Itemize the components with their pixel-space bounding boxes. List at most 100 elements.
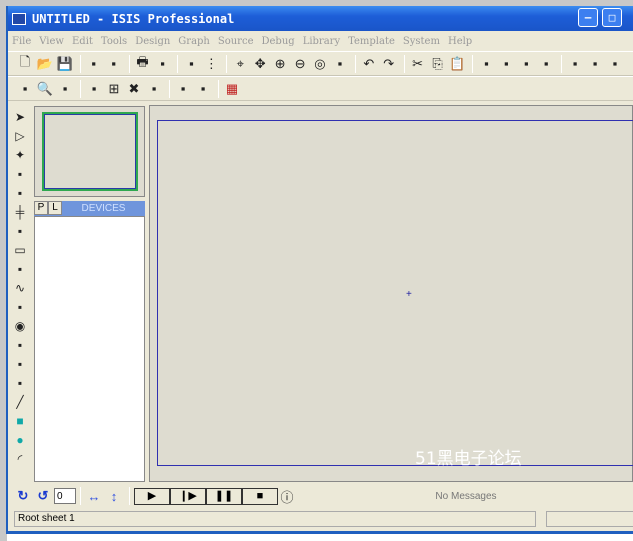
library-manager-button[interactable]: L	[48, 201, 62, 215]
menu-source[interactable]: Source	[218, 36, 254, 47]
menu-template[interactable]: Template	[348, 36, 395, 47]
device-selector-header: P L DEVICES	[34, 201, 145, 216]
message-area: No Messages	[435, 490, 497, 502]
design-explorer-icon[interactable]: ▪	[16, 80, 34, 98]
origin-icon[interactable]: ⌖	[231, 55, 249, 73]
redraw-icon[interactable]: ▪	[182, 55, 200, 73]
stop-button[interactable]: ■	[242, 487, 278, 505]
toolbar-separator	[128, 54, 130, 73]
property-tool-icon[interactable]: ▪	[56, 80, 74, 98]
rotate-anticlockwise-icon[interactable]: ↺	[34, 487, 52, 505]
play-button[interactable]: ▶	[134, 487, 170, 505]
electrical-check-icon[interactable]: ▪	[194, 80, 212, 98]
rotate-clockwise-icon[interactable]: ↻	[14, 487, 32, 505]
new-icon[interactable]: 🗋	[16, 54, 34, 73]
page-icon[interactable]: ▪	[154, 55, 172, 73]
voltage-probe-icon[interactable]: ▪	[10, 336, 30, 354]
pick-device-icon[interactable]: ▪	[566, 55, 584, 73]
menu-library[interactable]: Library	[303, 36, 340, 47]
zoom-all-icon[interactable]: ◎	[311, 55, 329, 73]
terminal-icon[interactable]: ▭	[10, 241, 30, 259]
pan-icon[interactable]: ✥	[251, 55, 269, 73]
zoom-in-icon[interactable]: ⊕	[271, 55, 289, 73]
wire-label-icon[interactable]: ▪	[10, 165, 30, 183]
menu-system[interactable]: System	[403, 36, 440, 47]
undo-icon[interactable]: ↶	[360, 55, 378, 73]
bottom-toolbar: ↻ ↺ ↔ ↕ ▶ ❙▶ ❚❚ ■ ⓘ No Messages	[14, 486, 633, 506]
tape-recorder-icon[interactable]: ▪	[10, 298, 30, 316]
rotation-angle-input[interactable]	[54, 488, 76, 504]
overview-window[interactable]	[34, 106, 145, 197]
goto-sheet-icon[interactable]: ▪	[145, 80, 163, 98]
block-move-icon[interactable]: ▪	[497, 55, 515, 73]
junction-icon[interactable]: ✦	[10, 146, 30, 164]
window-title: UNTITLED - ISIS Professional	[32, 11, 235, 26]
open-icon[interactable]: 📂	[36, 55, 54, 73]
export-icon[interactable]: ▪	[105, 55, 123, 73]
make-device-icon[interactable]: ▪	[586, 55, 604, 73]
line-icon[interactable]: ╱	[10, 393, 30, 411]
import-icon[interactable]: ▪	[85, 55, 103, 73]
mirror-horizontal-icon[interactable]: ↔	[85, 487, 103, 505]
save-icon[interactable]: 💾	[56, 55, 74, 73]
menu-debug[interactable]: Debug	[262, 36, 295, 47]
block-rotate-icon[interactable]: ▪	[517, 55, 535, 73]
sheet-border: + 51黑电子论坛	[157, 120, 633, 469]
menu-graph[interactable]: Graph	[178, 36, 210, 47]
zoom-out-icon[interactable]: ⊖	[291, 55, 309, 73]
menu-edit[interactable]: Edit	[72, 36, 93, 47]
minimize-button[interactable]: –	[578, 8, 598, 27]
box-icon[interactable]: ■	[10, 412, 30, 430]
menu-file[interactable]: File	[12, 36, 31, 47]
menu-help[interactable]: Help	[448, 36, 472, 47]
mode-toolbar: ➤ ▷ ✦ ▪ ▪ ╪ ▪ ▭ ▪ ∿ ▪ ◉ ▪ ▪ ▪ ╱ ■ ● ◜	[10, 108, 30, 469]
copy-icon[interactable]: ⎘	[429, 55, 447, 73]
info-icon: ⓘ	[280, 489, 294, 505]
generator-icon[interactable]: ◉	[10, 317, 30, 335]
component-icon[interactable]: ▷	[10, 127, 30, 145]
new-sheet-icon[interactable]: ▪	[85, 80, 103, 98]
ares-icon[interactable]: ▦	[223, 80, 241, 98]
bus-icon[interactable]: ╪	[10, 203, 30, 221]
bill-of-materials-icon[interactable]: ▪	[174, 80, 192, 98]
overview-sheet-frame	[42, 112, 138, 191]
device-list[interactable]	[34, 216, 145, 482]
toolbar-separator	[472, 54, 474, 73]
menu-bar: File View Edit Tools Design Graph Source Debug L…	[8, 31, 633, 51]
paste-icon[interactable]: 📋	[449, 55, 467, 73]
print-icon[interactable]: 🖶	[134, 54, 152, 73]
search-icon[interactable]: 🔍	[36, 80, 54, 98]
select-icon[interactable]: ➤	[10, 108, 30, 126]
step-button[interactable]: ❙▶	[170, 487, 206, 505]
add-sheet-icon[interactable]: ⊞	[105, 80, 123, 98]
current-probe-icon[interactable]: ▪	[10, 355, 30, 373]
menu-design[interactable]: Design	[135, 36, 170, 47]
grid-icon[interactable]: ⋮	[202, 55, 220, 73]
mirror-vertical-icon[interactable]: ↕	[105, 487, 123, 505]
remove-sheet-icon[interactable]: ✖	[125, 80, 143, 98]
menu-view[interactable]: View	[39, 36, 64, 47]
maximize-button[interactable]: □	[602, 8, 622, 27]
zoom-area-icon[interactable]: ▪	[331, 55, 349, 73]
autoroute-icon[interactable]: ▪	[626, 55, 633, 73]
subcircuit-icon[interactable]: ▪	[10, 222, 30, 240]
toolbar-separator	[403, 54, 405, 73]
text-script-icon[interactable]: ▪	[10, 184, 30, 202]
device-pin-icon[interactable]: ▪	[10, 260, 30, 278]
pause-button[interactable]: ❚❚	[206, 487, 242, 505]
virtual-instrument-icon[interactable]: ▪	[10, 374, 30, 392]
graph-icon[interactable]: ∿	[10, 279, 30, 297]
pick-devices-button[interactable]: P	[34, 201, 48, 215]
block-delete-icon[interactable]: ▪	[537, 55, 555, 73]
package-icon[interactable]: ▪	[606, 55, 624, 73]
toolbar-design: ▪ 🔍 ▪ ▪ ⊞ ✖ ▪ ▪ ▪ ▦	[8, 76, 633, 101]
arc-icon[interactable]: ◜	[10, 450, 30, 468]
toolbar-separator	[226, 54, 228, 73]
block-copy-icon[interactable]: ▪	[477, 55, 495, 73]
redo-icon[interactable]: ↷	[380, 55, 398, 73]
editing-canvas[interactable]: + 51黑电子论坛	[149, 105, 633, 482]
circle-icon[interactable]: ●	[10, 431, 30, 449]
cut-icon[interactable]: ✂	[409, 55, 427, 73]
toolbar-separator	[79, 54, 81, 73]
menu-tools[interactable]: Tools	[101, 36, 127, 47]
